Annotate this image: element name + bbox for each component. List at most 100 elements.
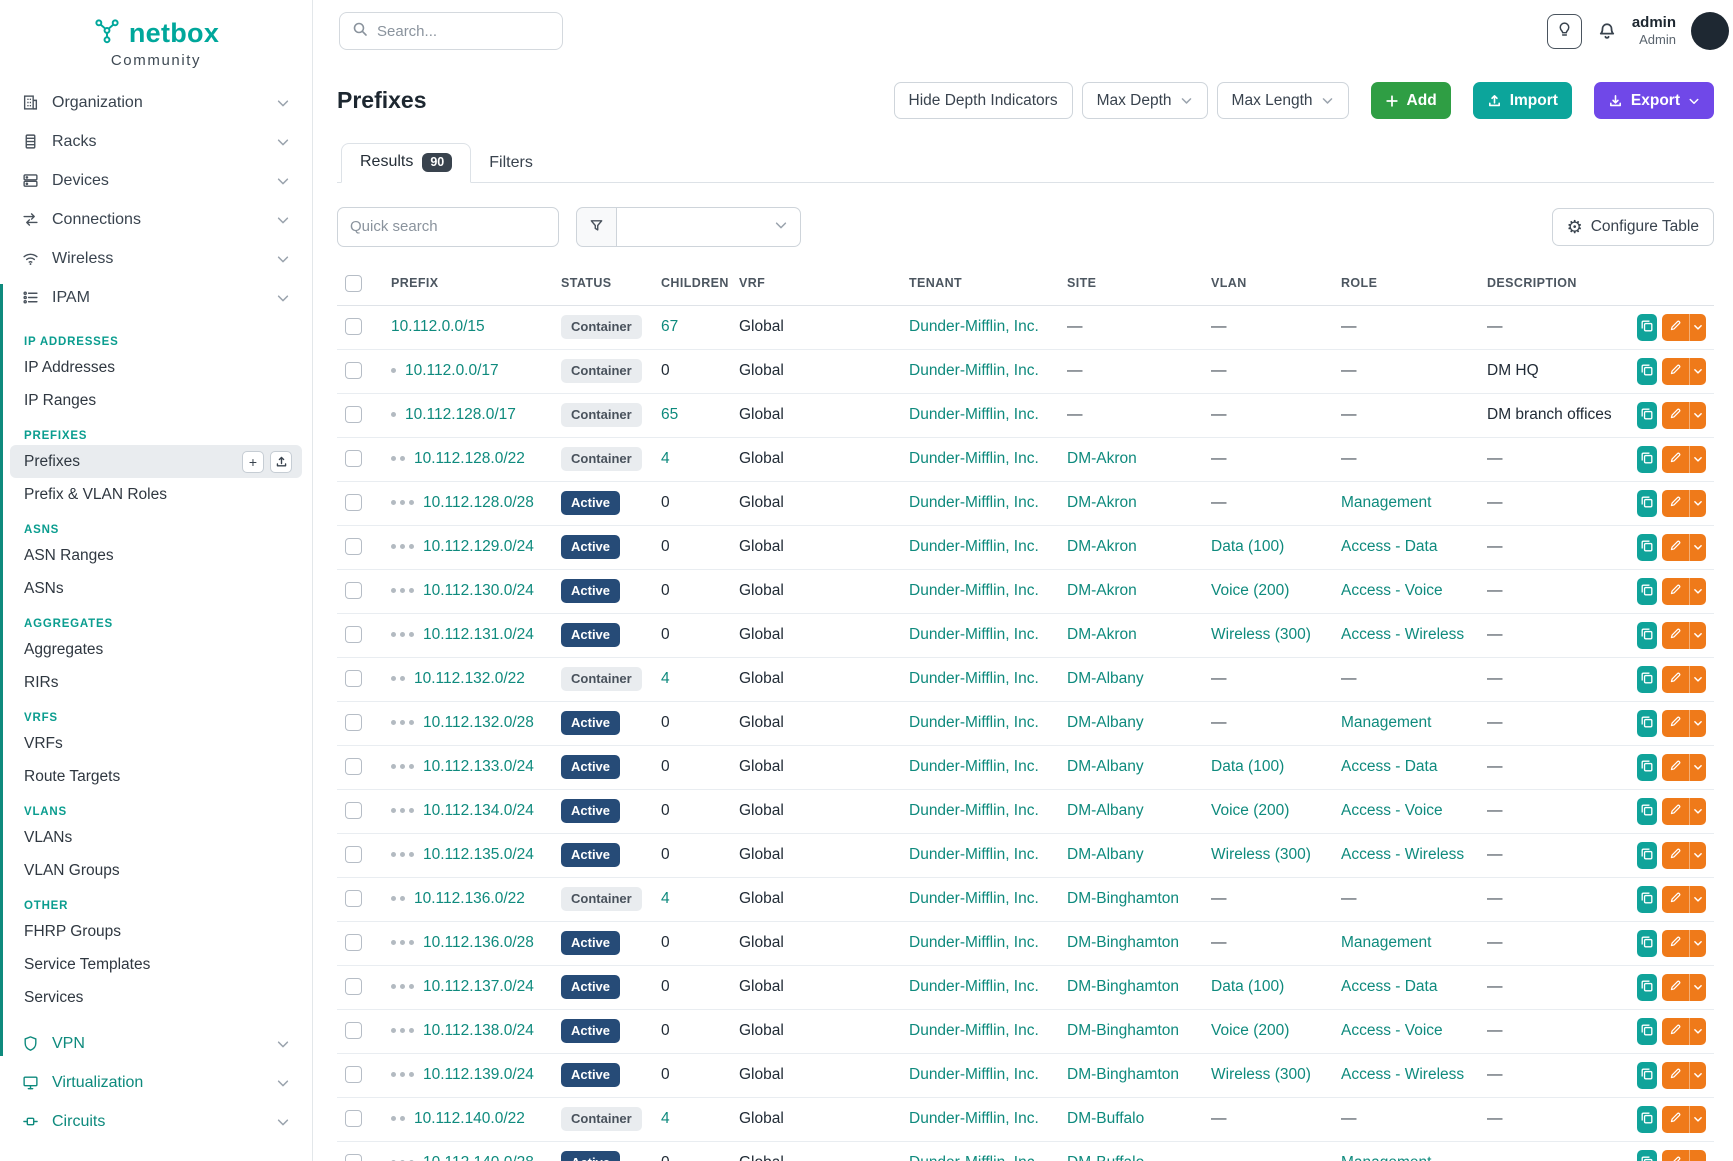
- edit-dropdown-button[interactable]: [1689, 1106, 1706, 1133]
- column-header-children[interactable]: CHILDREN: [653, 267, 731, 306]
- sidebar-item-asn-ranges[interactable]: ASN Ranges: [10, 539, 302, 572]
- site-link[interactable]: DM-Binghamton: [1067, 1022, 1179, 1039]
- sidebar-item-ip-addresses[interactable]: IP Addresses: [10, 351, 302, 384]
- prefix-link[interactable]: 10.112.0.0/15: [391, 318, 485, 335]
- export-button[interactable]: Export: [1594, 82, 1714, 119]
- vlan-link[interactable]: Voice (200): [1211, 802, 1289, 819]
- add-button[interactable]: Add: [1371, 82, 1451, 119]
- site-link[interactable]: DM-Binghamton: [1067, 978, 1179, 995]
- role-link[interactable]: Management: [1341, 494, 1431, 511]
- clone-button[interactable]: [1637, 842, 1657, 869]
- tenant-link[interactable]: Dunder-Mifflin, Inc.: [909, 890, 1039, 907]
- edit-button[interactable]: [1662, 1106, 1689, 1133]
- tenant-link[interactable]: Dunder-Mifflin, Inc.: [909, 494, 1039, 511]
- edit-button[interactable]: [1662, 710, 1689, 737]
- prefix-link[interactable]: 10.112.132.0/28: [423, 714, 534, 731]
- column-header-vlan[interactable]: VLAN: [1203, 267, 1333, 306]
- edit-button[interactable]: [1662, 1018, 1689, 1045]
- tenant-link[interactable]: Dunder-Mifflin, Inc.: [909, 978, 1039, 995]
- vlan-link[interactable]: Voice (200): [1211, 1022, 1289, 1039]
- row-checkbox[interactable]: [345, 670, 362, 687]
- site-link[interactable]: DM-Albany: [1067, 758, 1144, 775]
- vlan-link[interactable]: Data (100): [1211, 758, 1284, 775]
- sidebar-item-wireless[interactable]: Wireless: [10, 239, 302, 278]
- tab-results[interactable]: Results 90: [341, 143, 471, 183]
- sidebar-item-ipam[interactable]: IPAM: [10, 278, 302, 317]
- clone-button[interactable]: [1637, 402, 1657, 429]
- import-button[interactable]: Import: [1473, 82, 1572, 119]
- global-search[interactable]: [339, 12, 563, 50]
- site-link[interactable]: DM-Akron: [1067, 450, 1137, 467]
- role-link[interactable]: Access - Data: [1341, 758, 1437, 775]
- clone-button[interactable]: [1637, 314, 1657, 341]
- prefix-link[interactable]: 10.112.0.0/17: [405, 362, 499, 379]
- edit-button[interactable]: [1662, 886, 1689, 913]
- clone-button[interactable]: [1637, 886, 1657, 913]
- edit-dropdown-button[interactable]: [1689, 1150, 1706, 1161]
- sidebar-item-asns[interactable]: ASNs: [10, 572, 302, 605]
- edit-button[interactable]: [1662, 754, 1689, 781]
- edit-dropdown-button[interactable]: [1689, 578, 1706, 605]
- column-header-vrf[interactable]: VRF: [731, 267, 901, 306]
- tenant-link[interactable]: Dunder-Mifflin, Inc.: [909, 538, 1039, 555]
- edit-button[interactable]: [1662, 974, 1689, 1001]
- row-checkbox[interactable]: [345, 846, 362, 863]
- prefix-link[interactable]: 10.112.136.0/22: [414, 890, 525, 907]
- tenant-link[interactable]: Dunder-Mifflin, Inc.: [909, 670, 1039, 687]
- role-link[interactable]: Access - Voice: [1341, 802, 1443, 819]
- tenant-link[interactable]: Dunder-Mifflin, Inc.: [909, 802, 1039, 819]
- edit-dropdown-button[interactable]: [1689, 710, 1706, 737]
- edit-dropdown-button[interactable]: [1689, 490, 1706, 517]
- row-checkbox[interactable]: [345, 1022, 362, 1039]
- column-header-tenant[interactable]: TENANT: [901, 267, 1059, 306]
- sidebar-item-vlans[interactable]: VLANs: [10, 821, 302, 854]
- site-link[interactable]: DM-Albany: [1067, 802, 1144, 819]
- role-link[interactable]: Access - Data: [1341, 978, 1437, 995]
- edit-button[interactable]: [1662, 930, 1689, 957]
- max-depth-dropdown[interactable]: Max Depth: [1082, 82, 1208, 119]
- vlan-link[interactable]: Wireless (300): [1211, 846, 1311, 863]
- edit-button[interactable]: [1662, 314, 1689, 341]
- edit-button[interactable]: [1662, 534, 1689, 561]
- site-link[interactable]: DM-Binghamton: [1067, 1066, 1179, 1083]
- edit-button[interactable]: [1662, 490, 1689, 517]
- vlan-link[interactable]: Voice (200): [1211, 582, 1289, 599]
- prefix-link[interactable]: 10.112.139.0/24: [423, 1066, 534, 1083]
- edit-button[interactable]: [1662, 402, 1689, 429]
- tenant-link[interactable]: Dunder-Mifflin, Inc.: [909, 582, 1039, 599]
- theme-toggle-button[interactable]: [1547, 14, 1582, 49]
- edit-dropdown-button[interactable]: [1689, 1062, 1706, 1089]
- prefix-link[interactable]: 10.112.134.0/24: [423, 802, 534, 819]
- prefix-link[interactable]: 10.112.132.0/22: [414, 670, 525, 687]
- site-link[interactable]: DM-Binghamton: [1067, 890, 1179, 907]
- edit-dropdown-button[interactable]: [1689, 446, 1706, 473]
- children-count-link[interactable]: 67: [661, 318, 678, 335]
- clone-button[interactable]: [1637, 1018, 1657, 1045]
- row-checkbox[interactable]: [345, 1066, 362, 1083]
- row-checkbox[interactable]: [345, 538, 362, 555]
- site-link[interactable]: DM-Albany: [1067, 846, 1144, 863]
- site-link[interactable]: DM-Binghamton: [1067, 934, 1179, 951]
- prefix-link[interactable]: 10.112.128.0/28: [423, 494, 534, 511]
- prefix-link[interactable]: 10.112.137.0/24: [423, 978, 534, 995]
- sidebar-item-prefix-vlan-roles[interactable]: Prefix & VLAN Roles: [10, 478, 302, 511]
- edit-button[interactable]: [1662, 1150, 1689, 1161]
- prefix-link[interactable]: 10.112.133.0/24: [423, 758, 534, 775]
- clone-button[interactable]: [1637, 622, 1657, 649]
- prefix-link[interactable]: 10.112.128.0/22: [414, 450, 525, 467]
- prefix-link[interactable]: 10.112.140.0/28: [423, 1154, 534, 1161]
- site-link[interactable]: DM-Akron: [1067, 626, 1137, 643]
- sidebar-item-circuits[interactable]: Circuits: [10, 1102, 302, 1141]
- sidebar-import-button[interactable]: [270, 451, 292, 473]
- row-checkbox[interactable]: [345, 978, 362, 995]
- column-header-description[interactable]: DESCRIPTION: [1479, 267, 1629, 306]
- edit-dropdown-button[interactable]: [1689, 666, 1706, 693]
- sidebar-item-aggregates[interactable]: Aggregates: [10, 633, 302, 666]
- sidebar-item-organization[interactable]: Organization: [10, 83, 302, 122]
- edit-dropdown-button[interactable]: [1689, 930, 1706, 957]
- max-length-dropdown[interactable]: Max Length: [1217, 82, 1349, 119]
- edit-dropdown-button[interactable]: [1689, 798, 1706, 825]
- clone-button[interactable]: [1637, 358, 1657, 385]
- edit-dropdown-button[interactable]: [1689, 1018, 1706, 1045]
- edit-button[interactable]: [1662, 842, 1689, 869]
